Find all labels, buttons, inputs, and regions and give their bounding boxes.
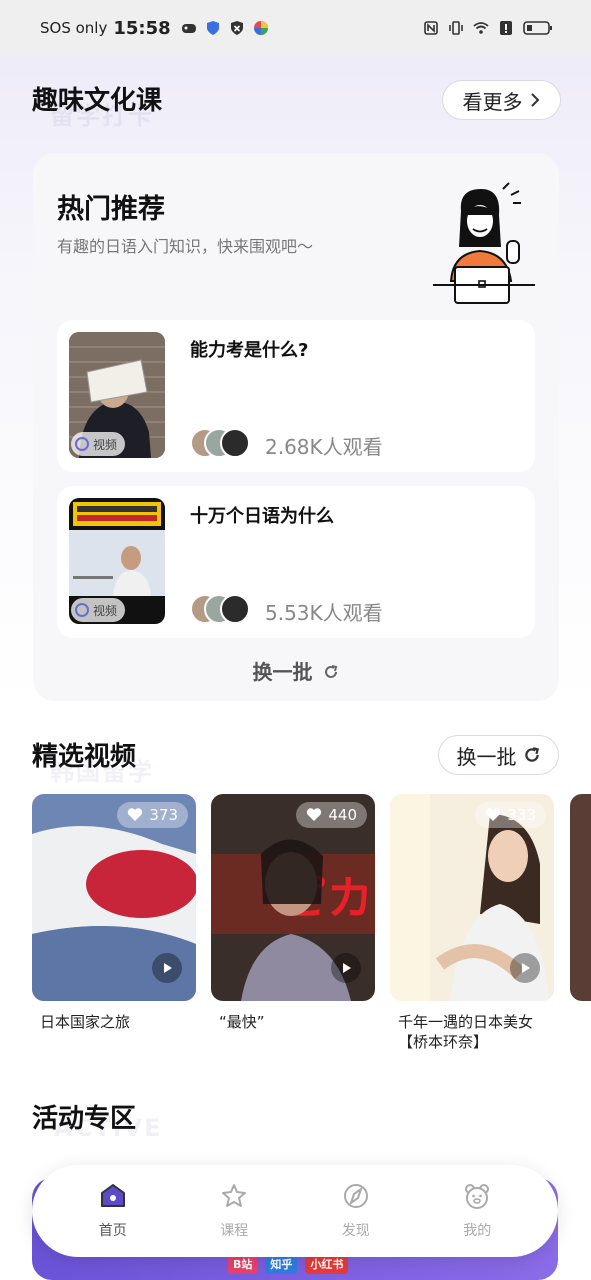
heart-icon xyxy=(307,808,322,821)
viewer-avatars xyxy=(190,428,254,458)
avatar xyxy=(220,428,250,458)
video-badge-icon xyxy=(75,437,89,451)
video-title: 千年一遇的日本美女【桥本环奈】 xyxy=(398,1013,534,1051)
status-bar: SOS only 15:58 xyxy=(0,0,591,56)
video-badge: 视频 xyxy=(71,598,126,622)
play-icon xyxy=(510,953,540,983)
video-title: 日本国家之旅 xyxy=(40,1013,131,1031)
videos-section-title: 精选视频 xyxy=(32,742,137,772)
view-count: 5.53K人观看 xyxy=(265,601,383,625)
play-icon xyxy=(152,953,182,983)
app-logo-icon xyxy=(253,21,268,35)
hot-item[interactable]: 视频 十万个日语为什么 5.53K人观看 xyxy=(57,486,535,638)
video-badge: 视频 xyxy=(71,432,126,456)
heart-icon xyxy=(128,808,143,821)
nav-label: 首页 xyxy=(98,1223,127,1239)
viewer-avatars xyxy=(190,594,254,624)
activity-section-title: 活动专区 xyxy=(32,1104,137,1134)
refresh-label: 换一批 xyxy=(252,660,313,684)
banner-tag: B站 xyxy=(228,1254,258,1274)
shield-icon xyxy=(206,21,219,35)
girl-laptop-illustration xyxy=(433,182,535,304)
refresh-hot-button[interactable]: 换一批 xyxy=(33,656,559,685)
video-badge-label: 视频 xyxy=(93,437,118,452)
hot-item-title: 十万个日语为什么 xyxy=(190,506,334,527)
carrier-text: SOS only xyxy=(40,19,108,37)
nav-discover[interactable]: 发现 xyxy=(311,1182,401,1240)
compass-icon xyxy=(343,1184,368,1208)
chevron-right-icon xyxy=(530,93,539,107)
video-card[interactable]: ピカ 440 xyxy=(211,794,375,1001)
video-card[interactable]: 333 xyxy=(390,794,554,1001)
bottom-nav: 首页 课程 发现 我的 xyxy=(32,1165,558,1257)
wifi-icon xyxy=(473,22,489,34)
battery-icon xyxy=(523,21,552,35)
nav-label: 课程 xyxy=(220,1223,249,1239)
refresh-videos-button[interactable]: 换一批 xyxy=(438,735,559,775)
refresh-icon xyxy=(325,665,338,678)
clock: 15:58 xyxy=(113,17,171,39)
hot-title: 热门推荐 xyxy=(57,194,165,225)
like-badge: 440 xyxy=(296,802,367,828)
refresh-icon xyxy=(524,747,539,762)
view-count: 2.68K人观看 xyxy=(265,435,383,459)
nav-home[interactable]: 首页 xyxy=(68,1182,158,1240)
like-badge: 373 xyxy=(117,802,188,828)
nav-label: 我的 xyxy=(463,1223,492,1239)
hot-recommend-card: 热门推荐 有趣的日语入门知识，快来围观吧～ 视频 能力考是什么? 2.68K人观… xyxy=(33,153,559,701)
hot-item[interactable]: 视频 能力考是什么? 2.68K人观看 xyxy=(57,320,535,472)
culture-section-title: 趣味文化课 xyxy=(32,86,163,116)
banner-tags: B站 知乎 小红书 xyxy=(228,1254,349,1274)
banner-tag: 小红书 xyxy=(305,1254,349,1274)
game-icon xyxy=(181,24,196,33)
video-card-partial[interactable] xyxy=(570,794,591,1001)
nav-profile[interactable]: 我的 xyxy=(432,1182,522,1240)
avatar xyxy=(220,594,250,624)
banner-tag: 知乎 xyxy=(265,1254,298,1274)
video-thumbnail: 视频 xyxy=(69,498,165,624)
video-title: “最快” xyxy=(219,1013,265,1031)
like-badge: 333 xyxy=(475,802,546,828)
heart-icon xyxy=(486,808,501,821)
nav-courses[interactable]: 课程 xyxy=(189,1182,279,1240)
like-count: 333 xyxy=(507,806,536,824)
alert-icon xyxy=(500,21,512,35)
nav-label: 发现 xyxy=(341,1223,370,1239)
security-icon xyxy=(230,21,243,35)
refresh-label: 换一批 xyxy=(456,744,517,769)
video-badge-icon xyxy=(75,603,89,617)
video-card[interactable]: 373 xyxy=(32,794,196,1001)
play-icon xyxy=(331,953,361,983)
like-count: 373 xyxy=(149,806,178,824)
video-badge-label: 视频 xyxy=(93,603,118,618)
bear-icon xyxy=(465,1184,490,1209)
vibrate-icon xyxy=(449,21,463,35)
like-count: 440 xyxy=(328,806,357,824)
hot-subtitle: 有趣的日语入门知识，快来围观吧～ xyxy=(57,237,314,256)
star-icon xyxy=(222,1184,247,1207)
see-more-button[interactable]: 看更多 xyxy=(442,80,561,120)
nfc-icon xyxy=(424,21,438,35)
video-thumbnail: 视频 xyxy=(69,332,165,458)
hot-item-title: 能力考是什么? xyxy=(190,340,309,361)
see-more-label: 看更多 xyxy=(462,89,523,114)
home-icon xyxy=(100,1184,125,1207)
